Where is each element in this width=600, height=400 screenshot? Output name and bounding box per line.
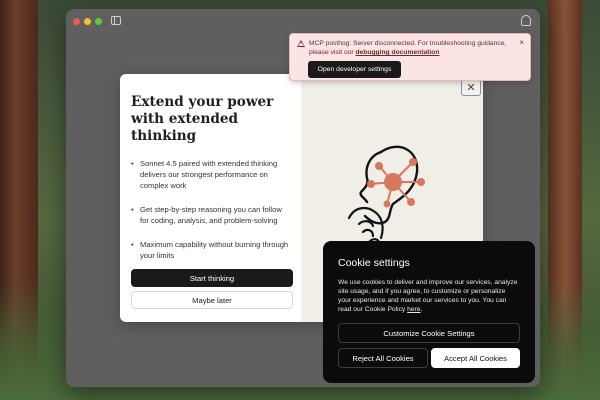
mcp-error-notification: MCP posthog: Server disconnected. For tr… <box>289 33 531 81</box>
modal-content: Extend your power with extended thinking… <box>120 74 301 322</box>
maybe-later-button[interactable]: Maybe later <box>131 291 293 309</box>
cookie-body-text: We use cookies to deliver and improve ou… <box>338 279 518 313</box>
feature-item: Maximum capability without burning throu… <box>131 239 290 261</box>
feature-list: Sonnet 4.5 paired with extended thinking… <box>131 158 290 261</box>
cookie-settings-panel: Cookie settings We use cookies to delive… <box>323 241 535 383</box>
notification-message: MCP posthog: Server disconnected. For tr… <box>309 39 509 57</box>
sidebar-toggle-icon[interactable] <box>111 16 121 25</box>
debugging-docs-link[interactable]: debugging documentation <box>355 49 439 56</box>
cookie-description: We use cookies to deliver and improve ou… <box>338 278 520 314</box>
feature-item: Get step-by-step reasoning you can follo… <box>131 204 290 226</box>
reject-cookies-button[interactable]: Reject All Cookies <box>338 348 428 368</box>
start-thinking-button[interactable]: Start thinking <box>131 269 293 287</box>
modal-close-icon[interactable]: ✕ <box>461 79 481 96</box>
accept-cookies-button[interactable]: Accept All Cookies <box>431 348 520 368</box>
title-bar <box>66 9 540 33</box>
incognito-icon[interactable] <box>521 15 531 26</box>
thinking-head-illustration <box>347 145 425 246</box>
cookie-policy-link[interactable]: here <box>407 306 420 313</box>
warning-icon <box>297 40 305 47</box>
zoom-window-button[interactable] <box>95 18 102 25</box>
modal-title: Extend your power with extended thinking <box>131 94 274 144</box>
open-developer-settings-button[interactable]: Open developer settings <box>308 61 401 78</box>
cookie-body-end: . <box>420 306 423 313</box>
close-window-button[interactable] <box>73 18 80 25</box>
customize-cookies-button[interactable]: Customize Cookie Settings <box>338 323 520 343</box>
cookie-title: Cookie settings <box>338 257 410 269</box>
notification-close-icon[interactable]: × <box>519 38 524 47</box>
minimize-window-button[interactable] <box>84 18 91 25</box>
feature-item: Sonnet 4.5 paired with extended thinking… <box>131 158 290 191</box>
